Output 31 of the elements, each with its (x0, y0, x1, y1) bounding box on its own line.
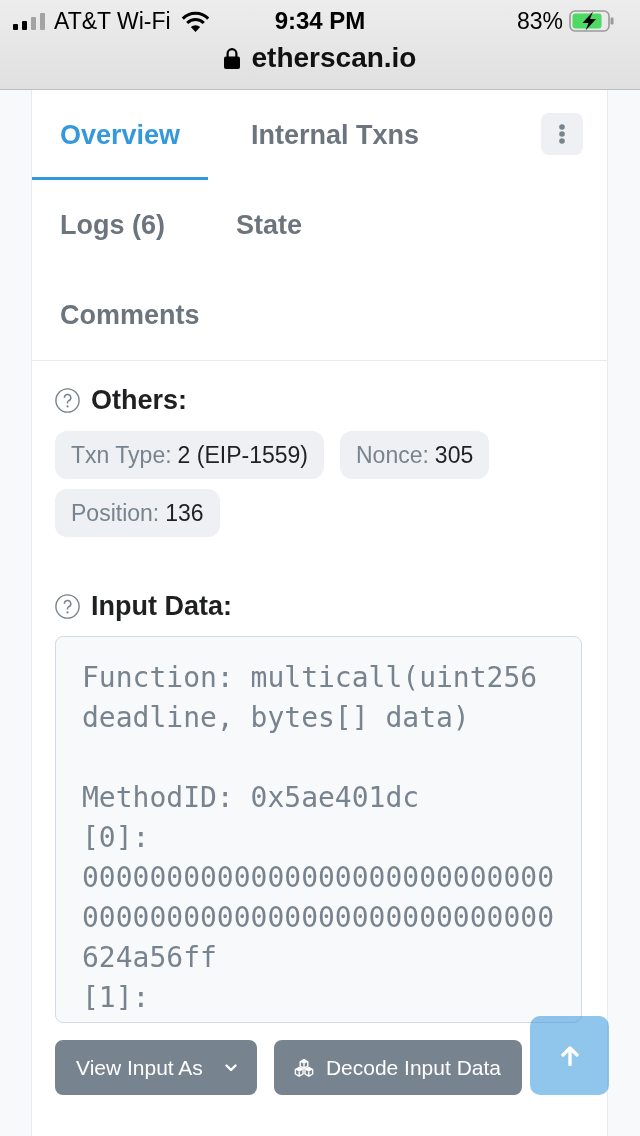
wifi-icon (180, 10, 210, 32)
badge-label: Position: (71, 501, 160, 525)
input-data-field[interactable]: Function: multicall(uint256 deadline, bytes[] data) MethodID: 0x5ae401dc [0]: 00000000000000000000000000000000000000000000000000000000624a56ff [1]: (55, 636, 582, 1023)
others-heading: Others: (91, 387, 188, 414)
help-icon[interactable] (55, 388, 80, 413)
battery-percent: 83% (516, 9, 563, 33)
tab[interactable]: Comments (32, 270, 228, 360)
more-options-button[interactable] (541, 113, 583, 155)
tab[interactable]: Internal Txns (223, 90, 448, 180)
tab[interactable]: Overview (32, 90, 209, 180)
battery-charging-icon (569, 10, 614, 32)
signal-strength-icon (13, 12, 45, 30)
badge-value: 136 (165, 501, 204, 525)
decode-input-data-button[interactable]: Decode Input Data (273, 1040, 522, 1095)
chevron-down-icon (224, 1063, 237, 1072)
badge-label: Txn Type: (71, 443, 172, 467)
input-data-heading: Input Data: (91, 593, 232, 620)
badge-label: Nonce: (356, 443, 429, 467)
clock-time: 9:34 PM (274, 9, 366, 33)
lock-icon (223, 47, 240, 69)
arrow-up-icon (560, 1045, 579, 1066)
badge-value: 2 (EIP-1559) (177, 443, 308, 467)
view-input-as-button[interactable]: View Input As (55, 1040, 257, 1095)
badge-value: 305 (434, 443, 474, 467)
url-text[interactable]: etherscan.io (251, 44, 417, 72)
cubes-icon (293, 1058, 314, 1077)
tab[interactable]: Logs (6) (32, 180, 193, 270)
carrier-name: AT&T Wi-Fi (54, 9, 171, 33)
vertical-dots-icon (559, 124, 565, 144)
tab[interactable]: State (208, 180, 331, 270)
help-icon[interactable] (55, 594, 80, 619)
